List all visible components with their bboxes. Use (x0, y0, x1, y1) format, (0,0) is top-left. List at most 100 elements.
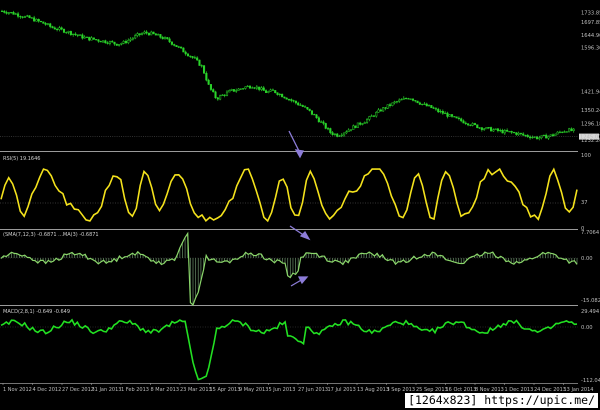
candle (67, 30, 70, 35)
candle (372, 115, 376, 118)
candle (184, 50, 187, 56)
candle (76, 34, 79, 38)
candle (489, 126, 493, 132)
candle (124, 39, 128, 45)
candle (19, 15, 22, 19)
candle (79, 34, 82, 36)
candle (56, 27, 59, 32)
candle (205, 71, 208, 82)
candle (35, 18, 38, 22)
candle (72, 33, 75, 37)
price-tick-label: 1697.85 (581, 20, 600, 26)
rsi-tick-label: 37 (581, 200, 588, 206)
candle (363, 121, 366, 124)
candle (278, 93, 281, 97)
candle (7, 12, 10, 15)
price-tick-label: 1350.24 (581, 108, 600, 114)
candle (242, 88, 245, 90)
candle (510, 130, 513, 135)
candle (416, 100, 419, 104)
candle (182, 47, 185, 53)
candle (0, 9, 4, 12)
chart-canvas: 1733.85 1697.85 1644.96 1596.36 1421.94 1350.… (0, 9, 600, 393)
candle (366, 118, 369, 124)
candle (219, 94, 222, 101)
candle (154, 33, 157, 36)
candle (113, 41, 116, 46)
candle (347, 128, 350, 132)
candle (522, 132, 525, 137)
candle (450, 113, 454, 118)
candle (200, 64, 203, 68)
candle (494, 128, 497, 131)
candle (239, 88, 242, 91)
candle (439, 109, 442, 114)
ma-title: (SMA(7,12,3) -0.6871 ...MA(3) -0.6871 (3, 232, 99, 238)
candle (175, 45, 178, 48)
candle (476, 124, 479, 129)
candle (453, 116, 456, 118)
candle (225, 90, 229, 97)
candle (414, 100, 417, 103)
current-price-label: 1245.00 (580, 135, 600, 141)
candle (556, 131, 559, 135)
candle (462, 119, 465, 124)
candle (85, 36, 89, 38)
candle (432, 106, 435, 109)
candle (444, 111, 447, 114)
candle (69, 30, 72, 36)
candle (478, 127, 481, 129)
candle (485, 126, 488, 130)
x-tick-label: 27 Dec 2012 (62, 387, 94, 393)
candle (308, 108, 311, 112)
candle (407, 97, 410, 100)
candle (368, 115, 371, 122)
candle (386, 104, 389, 110)
candle (145, 30, 148, 35)
candle (49, 22, 52, 29)
annotation-arrow (288, 130, 304, 159)
candle (30, 17, 33, 19)
candle (26, 14, 29, 17)
candle (448, 113, 451, 117)
candle (196, 56, 199, 61)
candle (547, 135, 550, 141)
candle (540, 135, 543, 140)
price-candles (0, 9, 575, 141)
candle (104, 39, 107, 44)
candle (99, 40, 102, 43)
candle (519, 132, 522, 136)
candle (343, 132, 346, 137)
candle (161, 35, 164, 40)
candle (53, 26, 56, 30)
candle (274, 90, 277, 94)
candle (377, 108, 380, 113)
candle (118, 43, 121, 47)
candle (33, 15, 36, 22)
candle (437, 107, 440, 114)
candle (81, 33, 84, 40)
candle (315, 113, 318, 119)
candle (216, 96, 219, 101)
candle (354, 125, 357, 129)
candle (290, 98, 293, 103)
candle (418, 101, 421, 105)
candle (301, 104, 304, 108)
x-tick-label: 17 Jul 2013 (328, 387, 356, 393)
ma-series-line (0, 231, 578, 307)
x-axis: 1 Nov 2012 4 Dec 2012 27 Dec 201231 Jan 20… (0, 383, 593, 393)
watermark: [1264x823] https://upic.me/ (405, 393, 598, 408)
candle (42, 21, 45, 24)
candle (237, 87, 240, 91)
candle (561, 131, 564, 134)
candle (83, 35, 86, 39)
candle (3, 10, 6, 14)
candle (501, 128, 504, 134)
candle (131, 37, 134, 41)
candle (108, 40, 111, 46)
candle (313, 113, 316, 116)
candle (269, 88, 272, 92)
candle (5, 10, 8, 15)
candle (515, 132, 518, 136)
price-tick-label: 1733.85 (581, 11, 600, 17)
